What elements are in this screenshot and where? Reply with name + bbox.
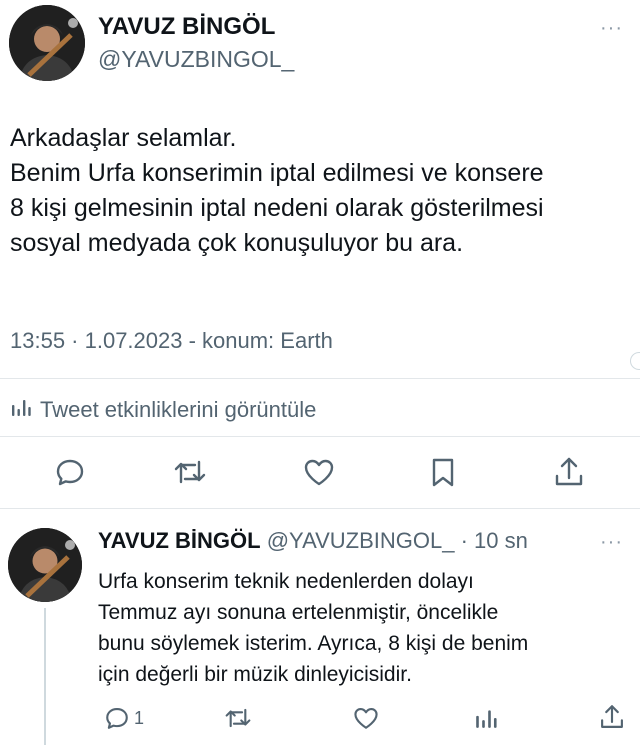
analytics-label: Tweet etkinliklerini görüntüle xyxy=(40,397,317,422)
tweet-text-line: 8 kişi gelmesinin iptal nedeni olarak gö… xyxy=(10,194,544,222)
user-handle[interactable]: @YAVUZBINGOL_ xyxy=(98,46,294,73)
handle-time[interactable]: @YAVUZBINGOL_ · 10 sn xyxy=(267,528,528,553)
display-name[interactable]: YAVUZ BİNGÖL xyxy=(98,13,275,41)
tweet-text-line: Arkadaşlar selamlar. xyxy=(10,124,237,152)
reply-text-line: Temmuz ayı sonuna ertelenmiştir, öncelik… xyxy=(98,601,499,624)
reply-count: 1 xyxy=(134,707,145,728)
share-button[interactable] xyxy=(598,703,626,731)
retweet-icon xyxy=(174,460,206,484)
view-analytics-link[interactable]: Tweet etkinliklerini görüntüle xyxy=(10,396,316,424)
analytics-button[interactable] xyxy=(474,705,498,731)
scroll-edge-icon xyxy=(630,352,640,370)
more-horizontal-icon[interactable]: ··· xyxy=(600,18,623,38)
like-icon xyxy=(354,708,378,729)
retweet-icon xyxy=(225,708,251,728)
avatar[interactable] xyxy=(9,5,85,81)
divider xyxy=(0,378,640,379)
reply-icon xyxy=(56,459,84,486)
analytics-icon xyxy=(10,396,40,424)
reply-header[interactable]: YAVUZ BİNGÖL @YAVUZBINGOL_ · 10 sn xyxy=(98,528,528,554)
reply-button[interactable]: 1 xyxy=(104,705,144,731)
bookmark-button[interactable] xyxy=(428,456,458,488)
share-button[interactable] xyxy=(552,455,586,489)
thread-line xyxy=(44,608,46,745)
avatar[interactable] xyxy=(8,528,82,602)
divider xyxy=(0,508,640,509)
retweet-button[interactable] xyxy=(224,705,252,731)
reply-button[interactable] xyxy=(54,456,86,488)
like-icon xyxy=(304,459,334,486)
more-horizontal-icon[interactable]: ··· xyxy=(600,532,623,552)
share-icon xyxy=(601,705,623,728)
analytics-icon xyxy=(476,710,497,728)
share-icon xyxy=(555,457,583,486)
bookmark-icon xyxy=(432,458,454,487)
reply-text-line: Urfa konserim teknik nedenlerden dolayı xyxy=(98,570,474,593)
reply-icon xyxy=(106,708,128,729)
like-button[interactable] xyxy=(352,705,380,731)
tweet-text-line: sosyal medyada çok konuşuluyor bu ara. xyxy=(10,229,464,257)
divider xyxy=(0,436,640,437)
retweet-button[interactable] xyxy=(173,456,207,488)
like-button[interactable] xyxy=(302,456,336,488)
tweet-timestamp[interactable]: 13:55 · 1.07.2023 - konum: Earth xyxy=(10,328,333,354)
reply-text: Urfa konserim teknik nedenlerden dolayı … xyxy=(98,566,528,690)
reply-text-line: bunu söylemek isterim. Ayrıca, 8 kişi de… xyxy=(98,632,529,655)
tweet-text-line: Benim Urfa konserimin iptal edilmesi ve … xyxy=(10,159,544,187)
display-name[interactable]: YAVUZ BİNGÖL xyxy=(98,528,261,553)
reply-text-line: için değerli bir müzik dinleyicisidir. xyxy=(98,663,412,686)
tweet-text: Arkadaşlar selamlar. Benim Urfa konserim… xyxy=(10,121,544,261)
